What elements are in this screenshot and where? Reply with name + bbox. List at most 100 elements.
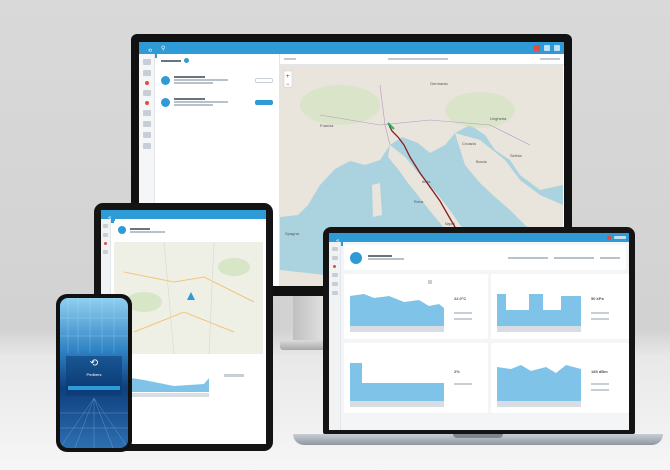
map-label: Croazia bbox=[462, 141, 477, 146]
brand-logo-icon: ⟲ bbox=[89, 358, 99, 369]
card-value: 50 kPa bbox=[591, 296, 604, 301]
green-area bbox=[218, 258, 250, 276]
tablet-map-svg bbox=[114, 242, 263, 354]
chart-area bbox=[497, 365, 581, 401]
laptop: ⟲ 22.0°C 50 kPa 2% 185 dBm bbox=[323, 227, 635, 434]
card-subtext bbox=[591, 318, 609, 320]
chart-scroller[interactable] bbox=[350, 326, 444, 332]
card-value: 22.0°C bbox=[454, 296, 467, 301]
dashboard-icon[interactable] bbox=[142, 59, 151, 65]
card-value bbox=[224, 374, 244, 377]
user-menu[interactable] bbox=[614, 236, 626, 239]
tablet-chart bbox=[118, 374, 244, 397]
laptop-notch bbox=[453, 434, 503, 438]
smartphone: ⟲ Pedbers bbox=[56, 294, 132, 452]
card-value: 2% bbox=[454, 369, 460, 374]
devices-panel-title bbox=[161, 58, 273, 63]
chart-area bbox=[350, 294, 444, 326]
notification-icon[interactable] bbox=[607, 235, 611, 240]
signal-chart-card[interactable]: 185 dBm bbox=[491, 343, 629, 413]
card-subtext bbox=[454, 312, 472, 314]
pressure-chart bbox=[497, 294, 581, 332]
device-info-card bbox=[344, 245, 626, 270]
card-subtext bbox=[454, 383, 472, 385]
temperature-chart bbox=[350, 280, 444, 332]
map-label: Ungheria bbox=[490, 116, 507, 121]
temperature-chart-card[interactable]: 22.0°C bbox=[344, 274, 488, 339]
alert-dot-icon bbox=[333, 265, 336, 268]
phone-brand-name: Pedbers bbox=[86, 372, 102, 377]
chart-scroller[interactable] bbox=[350, 401, 444, 407]
reports-icon[interactable] bbox=[142, 90, 151, 96]
notification-icon[interactable] bbox=[534, 45, 540, 51]
device-icon bbox=[161, 75, 170, 85]
tablet-topbar: ⟲ bbox=[101, 210, 266, 223]
map-icon[interactable] bbox=[142, 110, 151, 116]
map-label: Napoli bbox=[445, 222, 455, 226]
map-icon[interactable] bbox=[103, 250, 108, 254]
card-subtext bbox=[591, 312, 609, 314]
login-button[interactable] bbox=[68, 386, 120, 390]
map-icon[interactable] bbox=[331, 282, 338, 286]
help-icon[interactable] bbox=[142, 143, 151, 149]
device-list-item[interactable] bbox=[161, 97, 273, 107]
map-label: Roma bbox=[414, 200, 423, 204]
green-area bbox=[445, 92, 515, 128]
settings-icon[interactable] bbox=[554, 45, 560, 51]
device-action-button[interactable] bbox=[255, 77, 273, 83]
tablet-map[interactable] bbox=[114, 242, 263, 354]
phone-screen: ⟲ Pedbers bbox=[60, 298, 128, 448]
pressure-chart-card[interactable]: 50 kPa bbox=[491, 274, 629, 339]
tablet-chart-card[interactable] bbox=[114, 358, 263, 400]
device-list-item[interactable] bbox=[161, 75, 273, 85]
device-mockup-scene: ⟲ ⚲ Francia Italia Germania Ungheria Cro… bbox=[0, 0, 670, 470]
reports-icon[interactable] bbox=[331, 273, 338, 277]
card-subtext bbox=[591, 389, 609, 391]
zoom-out-button[interactable]: − bbox=[286, 82, 290, 88]
zoom-in-button[interactable]: + bbox=[286, 74, 290, 80]
chart-area bbox=[497, 294, 581, 326]
devices-icon[interactable] bbox=[142, 70, 151, 76]
card-value: 185 dBm bbox=[591, 369, 608, 374]
battery-chart bbox=[350, 363, 444, 407]
count-badge bbox=[184, 58, 189, 63]
card-subtext bbox=[454, 318, 472, 320]
chart-scroller[interactable] bbox=[497, 401, 581, 407]
desktop-topbar: ⟲ ⚲ bbox=[139, 42, 564, 58]
date-range-field[interactable] bbox=[388, 58, 448, 60]
chart-area bbox=[350, 363, 444, 401]
map-label: Bosnia bbox=[476, 160, 487, 164]
device-icon bbox=[350, 251, 362, 264]
files-icon[interactable] bbox=[331, 291, 338, 295]
tablet-device-header bbox=[114, 221, 263, 239]
dashboard-icon[interactable] bbox=[331, 247, 338, 251]
devices-icon[interactable] bbox=[331, 256, 338, 260]
device-action-button[interactable] bbox=[255, 99, 273, 105]
alert-dot-icon bbox=[144, 101, 149, 105]
files-icon[interactable] bbox=[142, 121, 151, 127]
map-toolbar bbox=[280, 54, 564, 65]
laptop-topbar: ⟲ bbox=[329, 233, 629, 246]
battery-chart-card[interactable]: 2% bbox=[344, 343, 488, 413]
dashboard-icon[interactable] bbox=[103, 224, 108, 228]
alert-dot-icon bbox=[104, 242, 107, 245]
map-label: Francia bbox=[320, 123, 334, 128]
card-subtext bbox=[591, 383, 609, 385]
search-icon[interactable]: ⚲ bbox=[161, 45, 165, 52]
expand-icon[interactable] bbox=[428, 280, 432, 284]
chart-scroller[interactable] bbox=[497, 326, 581, 332]
green-area bbox=[300, 85, 380, 125]
calendar-icon[interactable] bbox=[142, 132, 151, 138]
alert-dot-icon bbox=[144, 81, 149, 85]
map-label: Italia bbox=[422, 179, 431, 184]
devices-icon[interactable] bbox=[103, 233, 108, 237]
user-avatar-icon[interactable] bbox=[544, 45, 550, 51]
device-icon bbox=[118, 226, 126, 234]
tablet-bottom-card bbox=[187, 404, 263, 441]
device-icon bbox=[161, 97, 170, 107]
signal-chart bbox=[497, 365, 581, 407]
map-label: Spagna bbox=[285, 231, 300, 236]
map-options-button[interactable] bbox=[540, 58, 560, 60]
laptop-screen: ⟲ 22.0°C 50 kPa 2% 185 dBm bbox=[329, 233, 629, 430]
map-label: Germania bbox=[430, 81, 448, 86]
